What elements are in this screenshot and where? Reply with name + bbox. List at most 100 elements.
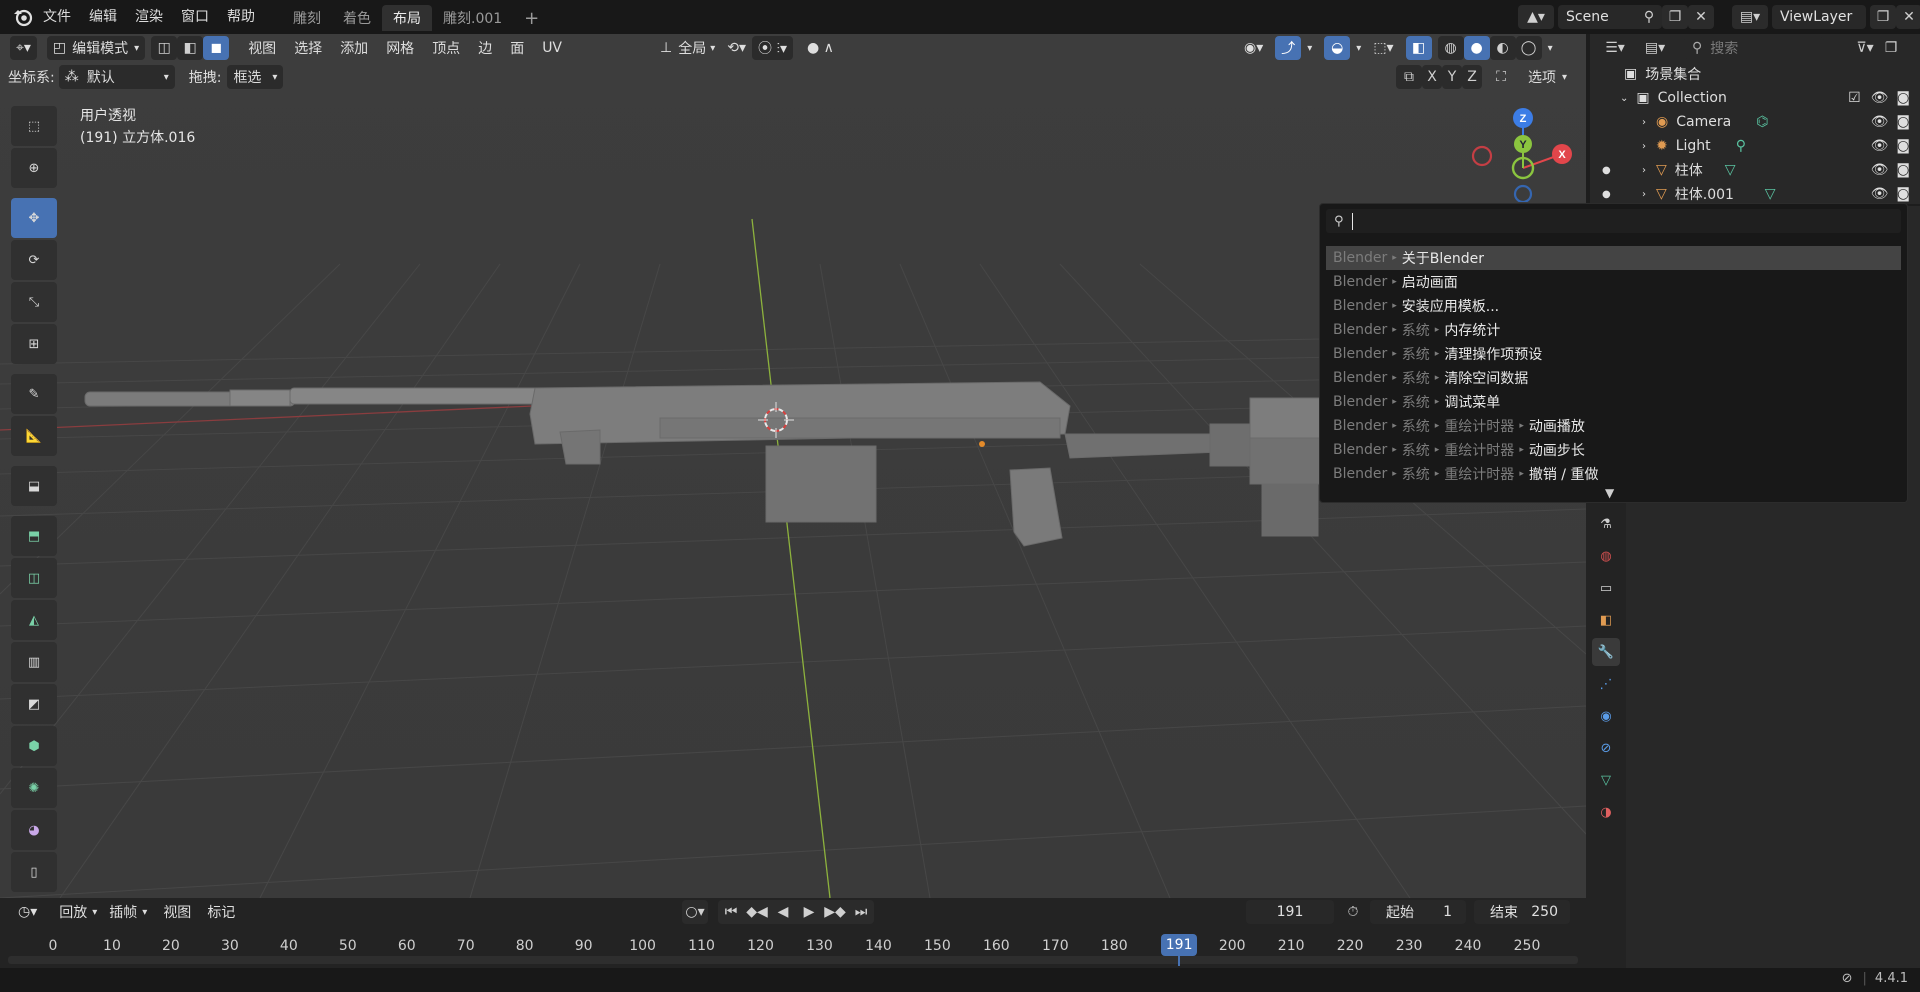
search-result-item[interactable]: Blender ▸ 系统 ▸ 内存统计 [1326,318,1901,342]
neg-x-handle[interactable] [1471,145,1493,167]
timeline-editor-icon[interactable]: ◷▾ [12,900,43,924]
current-frame-indicator[interactable]: 191 [1161,934,1198,956]
neg-z-handle[interactable] [1513,184,1533,204]
menu-view[interactable]: 视图 [239,36,285,60]
menu-vertex[interactable]: 顶点 [423,36,469,60]
pivot-point-icon[interactable]: ⟲▾ [721,36,752,60]
particles-tab-icon[interactable]: ⋰ [1592,670,1620,698]
eye-icon[interactable]: 👁 [1871,162,1889,178]
visibility-icon[interactable]: ◉▾ [1238,36,1269,60]
add-cube-icon[interactable]: ⬓ [11,466,57,506]
face-select-icon[interactable]: ◼ [203,36,230,60]
outliner-item-cylinder[interactable]: ● › ▽ 柱体 ▽ 👁 ◙ [1590,158,1920,182]
search-field[interactable]: ⚲ [1326,209,1901,233]
eye-icon[interactable]: 👁 [1871,90,1889,106]
mesh-overlay-icon[interactable]: ⬚▾ [1367,36,1399,60]
search-result-item[interactable]: Blender ▸ 启动画面 [1326,270,1901,294]
new-view-layer-icon[interactable]: ❐ [1870,5,1896,29]
proportional-edit-icon[interactable]: ● ∧ [801,36,840,60]
rotate-icon[interactable]: ⟳ [11,240,57,280]
view-layer-name-field[interactable]: ViewLayer [1772,5,1866,29]
chevron-right-icon[interactable]: › [1642,141,1646,152]
search-result-item[interactable]: Blender ▸ 安装应用模板... [1326,294,1901,318]
spin-icon[interactable]: ✺ [11,768,57,808]
menu-mesh[interactable]: 网格 [377,36,423,60]
menu-timeline-view[interactable]: 视图 [157,900,197,924]
search-result-item[interactable]: Blender ▸ 关于Blender [1326,246,1901,270]
navigation-gizmo[interactable]: Z X Y [1466,106,1576,204]
collection-tab-icon[interactable]: ▭ [1592,574,1620,602]
search-result-item[interactable]: Blender ▸ 系统 ▸ 重绘计时器 ▸ 动画步长 [1326,438,1901,462]
edge-slide-icon[interactable]: ▯ [11,852,57,892]
chevron-right-icon[interactable]: › [1642,117,1646,128]
scroll-down-icon[interactable]: ▼ [1605,486,1614,500]
outliner-search-input[interactable]: ⚲ 搜索 [1684,37,1824,59]
view-layer-icon[interactable]: ▤▾ [1732,5,1768,29]
solid-shading-icon[interactable]: ● [1463,36,1490,60]
gizmo-chevron-icon[interactable]: ▾ [1301,36,1318,60]
delete-view-layer-icon[interactable]: ✕ [1896,5,1920,29]
tab-sculpt-001[interactable]: 雕刻.001 [432,5,513,31]
search-result-item[interactable]: Blender ▸ 系统 ▸ 调试菜单 [1326,390,1901,414]
poly-build-icon[interactable]: ⬢ [11,726,57,766]
menu-render[interactable]: 渲染 [126,4,172,28]
search-result-item[interactable]: Blender ▸ 系统 ▸ 重绘计时器 ▸ 撤销 / 重做 [1326,462,1901,486]
menu-file[interactable]: 文件 [34,4,80,28]
checkbox-icon[interactable]: ☑ [1848,90,1861,106]
menu-select[interactable]: 选择 [285,36,331,60]
current-frame-field[interactable]: 191 [1246,900,1334,924]
timeline-scrollbar[interactable] [8,956,1578,964]
display-mode-icon[interactable]: ▤▾ [1638,36,1672,60]
menu-add[interactable]: 添加 [331,36,377,60]
new-collection-icon[interactable]: ❐ [1878,36,1904,60]
options-dropdown[interactable]: 选项 ▾ [1522,65,1573,89]
menu-playback[interactable]: 回放 ▾ [53,900,103,924]
menu-help[interactable]: 帮助 [218,4,264,28]
search-result-item[interactable]: Blender ▸ 系统 ▸ 重绘计时器 ▸ 动画播放 [1326,414,1901,438]
jump-end-icon[interactable]: ⏭ [848,900,874,924]
coord-system-dropdown[interactable]: ⁂ 默认 ▾ [58,65,175,89]
modifier-tab-icon[interactable]: 🔧 [1592,638,1620,666]
menu-marker[interactable]: 标记 [201,900,241,924]
extrude-icon[interactable]: ⬒ [11,516,57,556]
mirror-x-button[interactable]: X [1422,65,1442,89]
search-result-item[interactable]: Blender ▸ 系统 ▸ 清除空间数据 [1326,366,1901,390]
tab-sculpt[interactable]: 雕刻 [282,5,332,31]
tab-layout[interactable]: 布局 [382,5,432,31]
play-icon[interactable]: ▶ [796,900,822,924]
inset-icon[interactable]: ◫ [11,558,57,598]
transform-icon[interactable]: ⊞ [11,324,57,364]
jump-start-icon[interactable]: ⏮ [718,900,744,924]
mode-dropdown[interactable]: ◰ 编辑模式 ▾ [46,36,146,60]
shading-options-icon[interactable]: ▾ [1542,36,1559,60]
add-workspace-icon[interactable]: + [513,5,550,31]
material-tab-icon[interactable]: ◑ [1592,798,1620,826]
transform-orientation-dropdown[interactable]: ⊥ 全局 ▾ [654,36,721,60]
measure-icon[interactable]: 📐 [11,416,57,456]
auto-key-icon[interactable]: ○▾ [682,900,708,924]
gizmo-toggle-icon[interactable]: ⤴ [1275,36,1302,60]
scene-collection-row[interactable]: ▣ 场景集合 [1590,62,1920,86]
constraints-tab-icon[interactable]: ⊘ [1592,734,1620,762]
bevel-icon[interactable]: ◭ [11,600,57,640]
overlay-toggle-icon[interactable]: ◒ [1324,36,1351,60]
play-reverse-icon[interactable]: ◀ [770,900,796,924]
chevron-right-icon[interactable]: › [1642,189,1646,200]
vertex-select-icon[interactable]: ◫ [151,36,178,60]
outliner-editor-icon[interactable]: ☰▾ [1598,36,1632,60]
rendered-shading-icon[interactable]: ◯ [1515,36,1542,60]
world-tab-icon[interactable]: ◍ [1592,542,1620,570]
scene-tab-icon[interactable]: ⚗ [1592,510,1620,538]
physics-tab-icon[interactable]: ◉ [1592,702,1620,730]
menu-keying[interactable]: 插帧 ▾ [103,900,153,924]
new-scene-icon[interactable]: ❐ [1662,5,1688,29]
chevron-down-icon[interactable]: ⌄ [1620,93,1628,104]
start-frame-field[interactable]: 起始 1 [1370,900,1466,924]
search-result-item[interactable]: Blender ▸ 系统 ▸ 清理操作项预设 [1326,342,1901,366]
data-tab-icon[interactable]: ▽ [1592,766,1620,794]
camera-render-icon[interactable]: ◙ [1896,186,1910,202]
material-shading-icon[interactable]: ◐ [1489,36,1516,60]
prev-keyframe-icon[interactable]: ◆◀ [744,900,770,924]
chevron-right-icon[interactable]: › [1642,165,1646,176]
collection-row[interactable]: ⌄ ▣ Collection ☑ 👁 ◙ [1590,86,1920,110]
